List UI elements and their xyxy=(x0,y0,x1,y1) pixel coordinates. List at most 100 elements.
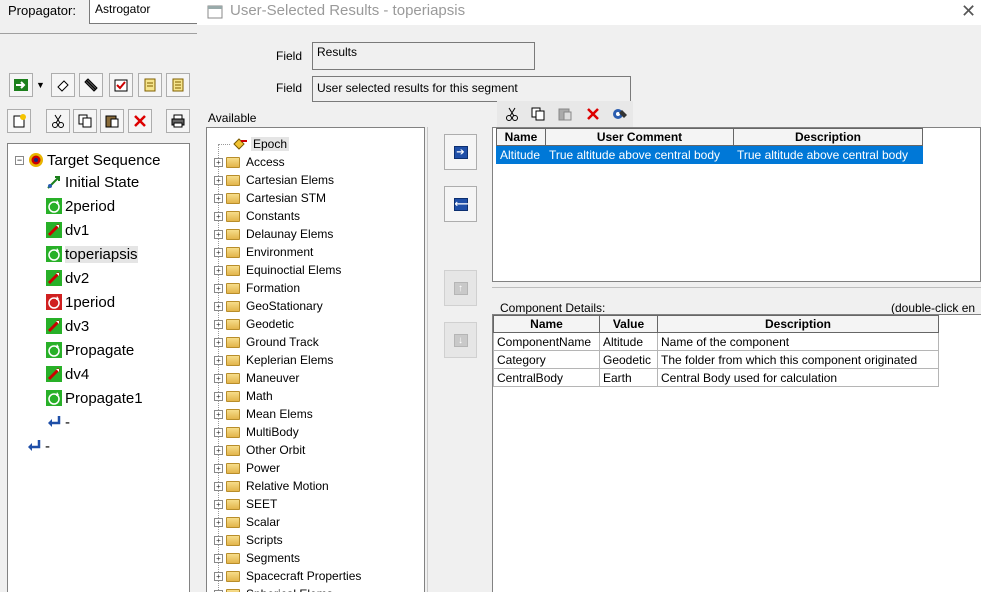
expand-icon[interactable]: + xyxy=(214,175,223,185)
expand-icon[interactable]: + xyxy=(214,157,223,167)
move-down-button[interactable]: ↓ xyxy=(444,322,477,358)
component-name-cell[interactable]: ComponentName xyxy=(493,332,600,351)
column-header-description[interactable]: Description xyxy=(657,315,939,333)
tree-folder-environment[interactable]: + Environment xyxy=(207,243,313,261)
expand-icon[interactable]: + xyxy=(214,463,223,473)
expand-icon[interactable]: + xyxy=(214,535,223,545)
tree-folder-equinoctial-elems[interactable]: + Equinoctial Elems xyxy=(207,261,341,279)
column-header-value[interactable]: Value xyxy=(599,315,658,333)
expand-icon[interactable]: + xyxy=(214,373,223,383)
expand-icon[interactable]: + xyxy=(214,319,223,329)
tree-item-toperiapsis[interactable]: toperiapsis xyxy=(46,243,138,265)
tree-folder-formation[interactable]: + Formation xyxy=(207,279,300,297)
tree-folder-mean-elems[interactable]: + Mean Elems xyxy=(207,405,313,423)
tree-item-propagate1[interactable]: Propagate1 xyxy=(46,387,143,409)
table-row[interactable]: ComponentName Altitude Name of the compo… xyxy=(493,332,939,351)
column-header-name[interactable]: Name xyxy=(493,315,600,333)
table-row[interactable]: CentralBody Earth Central Body used for … xyxy=(493,368,939,387)
expand-icon[interactable]: + xyxy=(214,409,223,419)
eraser-button[interactable] xyxy=(51,73,75,97)
component-value-cell[interactable]: Earth xyxy=(599,368,658,387)
tree-item-return[interactable]: - xyxy=(46,411,70,433)
tree-folder-other-orbit[interactable]: + Other Orbit xyxy=(207,441,305,459)
expand-icon[interactable]: + xyxy=(214,355,223,365)
expand-icon[interactable]: + xyxy=(214,517,223,527)
component-description-cell[interactable]: The folder from which this component ori… xyxy=(657,350,939,369)
tree-folder-spherical-elems[interactable]: +Spherical Elems xyxy=(207,585,333,592)
expand-icon[interactable]: + xyxy=(214,481,223,491)
expand-icon[interactable]: + xyxy=(214,247,223,257)
tree-item-dv3[interactable]: dv3 xyxy=(46,315,89,337)
tree-folder-seet[interactable]: + SEET xyxy=(207,495,277,513)
tree-item-dv4[interactable]: dv4 xyxy=(46,363,89,385)
tree-folder-maneuver[interactable]: + Maneuver xyxy=(207,369,299,387)
expand-icon[interactable]: + xyxy=(214,391,223,401)
column-header-description[interactable]: Description xyxy=(733,128,923,146)
expand-icon[interactable]: + xyxy=(214,265,223,275)
column-header-name[interactable]: Name xyxy=(496,128,546,146)
copy-button[interactable] xyxy=(73,109,97,133)
properties-button[interactable] xyxy=(607,101,633,127)
expand-icon[interactable]: + xyxy=(214,301,223,311)
tree-item-1period[interactable]: 1period xyxy=(46,291,115,313)
tree-folder-delaunay-elems[interactable]: + Delaunay Elems xyxy=(207,225,333,243)
table-row[interactable]: Altitude True altitude above central bod… xyxy=(496,145,923,164)
table-row[interactable]: Category Geodetic The folder from which … xyxy=(493,350,939,369)
run-button[interactable] xyxy=(9,73,33,97)
close-icon[interactable]: ✕ xyxy=(961,1,976,22)
tree-item-propagate[interactable]: Propagate xyxy=(46,339,134,361)
tree-folder-segments[interactable]: + Segments xyxy=(207,549,300,567)
tree-folder-spacecraft-properties[interactable]: + Spacecraft Properties xyxy=(207,567,361,585)
expand-icon[interactable]: + xyxy=(214,499,223,509)
tree-folder-cartesian-elems[interactable]: + Cartesian Elems xyxy=(207,171,334,189)
tree-folder-scalar[interactable]: + Scalar xyxy=(207,513,280,531)
propagator-field[interactable]: Astrogator xyxy=(89,0,197,24)
expand-icon[interactable]: + xyxy=(214,427,223,437)
tree-folder-multibody[interactable]: + MultiBody xyxy=(207,423,299,441)
check-button[interactable] xyxy=(109,73,133,97)
paste-button[interactable] xyxy=(100,109,124,133)
expand-icon[interactable]: + xyxy=(214,229,223,239)
expand-icon[interactable]: + xyxy=(214,571,223,581)
tree-item-dv2[interactable]: dv2 xyxy=(46,267,89,289)
print-button[interactable] xyxy=(166,109,190,133)
tree-item-2period[interactable]: 2period xyxy=(46,195,115,217)
expand-icon[interactable]: + xyxy=(214,553,223,563)
move-up-button[interactable]: ↑ xyxy=(444,270,477,306)
tree-folder-scripts[interactable]: + Scripts xyxy=(207,531,283,549)
component-name-cell[interactable]: Category xyxy=(493,350,600,369)
mission-sequence-tree[interactable]: − Target Sequence Initial State 2period dv1 t… xyxy=(7,143,190,592)
component-value-cell[interactable]: Altitude xyxy=(599,332,658,351)
collapse-icon[interactable]: − xyxy=(15,155,24,165)
component-name-cell[interactable]: CentralBody xyxy=(493,368,600,387)
tree-folder-geodetic[interactable]: + Geodetic xyxy=(207,315,294,333)
tree-item-return[interactable]: - xyxy=(26,435,50,457)
paste-result-button[interactable] xyxy=(552,101,578,127)
tree-item-epoch[interactable]: Epoch xyxy=(207,135,290,153)
delete-button[interactable] xyxy=(128,109,152,133)
tree-folder-relative-motion[interactable]: + Relative Motion xyxy=(207,477,329,495)
tree-item-initial-state[interactable]: Initial State xyxy=(46,171,139,193)
result-description-cell[interactable]: True altitude above central body xyxy=(733,145,923,164)
cut-button[interactable] xyxy=(46,109,70,133)
field-name-box[interactable]: Results xyxy=(312,42,535,70)
tree-folder-geostationary[interactable]: + GeoStationary xyxy=(207,297,323,315)
component-description-cell[interactable]: Name of the component xyxy=(657,332,939,351)
field-description-box[interactable]: User selected results for this segment xyxy=(312,76,631,102)
component-description-cell[interactable]: Central Body used for calculation xyxy=(657,368,939,387)
clear-button[interactable] xyxy=(79,73,103,97)
copy-result-button[interactable] xyxy=(525,101,551,127)
expand-icon[interactable]: + xyxy=(214,337,223,347)
tree-folder-cartesian-stm[interactable]: + Cartesian STM xyxy=(207,189,326,207)
column-header-user-comment[interactable]: User Comment xyxy=(545,128,734,146)
tree-item-dv1[interactable]: dv1 xyxy=(46,219,89,241)
component-value-cell[interactable]: Geodetic xyxy=(599,350,658,369)
expand-icon[interactable]: + xyxy=(214,445,223,455)
tree-folder-constants[interactable]: + Constants xyxy=(207,207,300,225)
tree-folder-keplerian-elems[interactable]: + Keplerian Elems xyxy=(207,351,333,369)
new-segment-button[interactable] xyxy=(7,109,31,133)
cut-result-button[interactable] xyxy=(499,101,525,127)
component-details-grid[interactable]: Name Value Description ComponentName Alt… xyxy=(492,314,981,592)
remove-result-button[interactable]: ⟵ xyxy=(444,186,477,222)
summary-button[interactable] xyxy=(166,73,190,97)
